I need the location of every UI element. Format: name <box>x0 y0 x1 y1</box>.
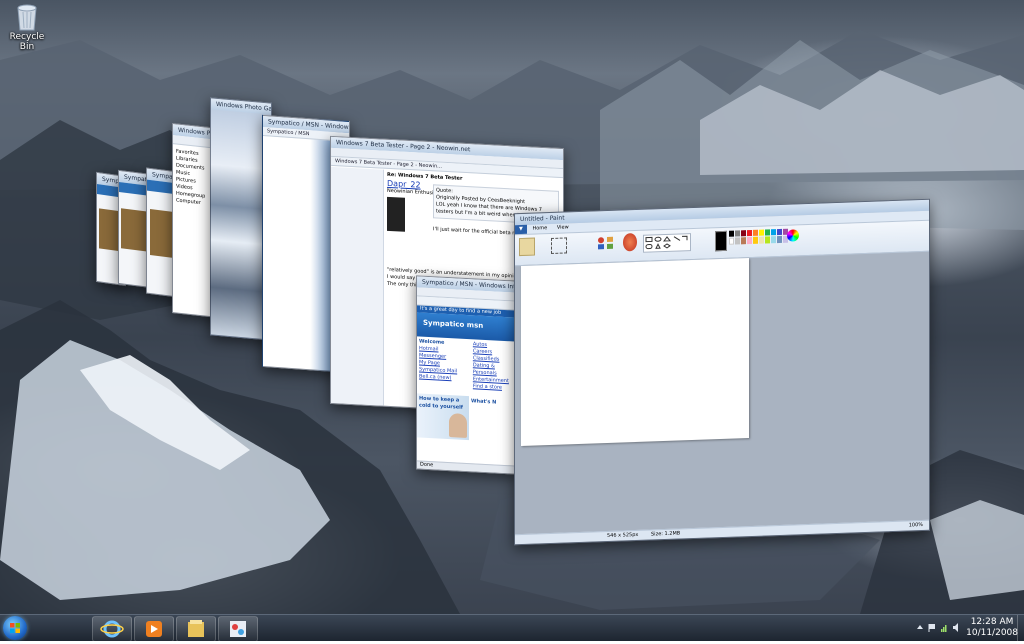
taskbar-paint[interactable] <box>218 616 258 642</box>
flip3d-window-paint[interactable]: Untitled - Paint ▼ Home View 546 x 525px… <box>514 198 930 546</box>
palette-swatch[interactable] <box>759 236 764 244</box>
palette-swatch[interactable] <box>777 235 782 244</box>
brand-logo: Sympatico msn <box>423 318 484 330</box>
tab-label[interactable]: Sympatico / MSN <box>267 128 310 137</box>
palette-swatch[interactable] <box>747 229 752 236</box>
volume-icon[interactable] <box>952 623 960 632</box>
palette-swatch[interactable] <box>753 236 758 244</box>
zoom-label: 100% <box>908 521 923 529</box>
palette-swatch[interactable] <box>741 236 746 245</box>
media-player-icon <box>146 621 162 637</box>
clock-time: 12:28 AM <box>970 617 1014 627</box>
msn-right-column: Autos Careers Classifieds Dating & Perso… <box>471 339 517 394</box>
color-1-swatch[interactable] <box>715 230 727 252</box>
tray-arrow-icon[interactable] <box>916 623 924 632</box>
promo-photo <box>449 413 467 438</box>
start-button[interactable] <box>3 616 27 640</box>
show-desktop-button[interactable] <box>1017 615 1024 641</box>
forum-sidebar <box>331 166 384 406</box>
file-size-label: Size: 1.2MB <box>651 530 681 538</box>
palette-swatch[interactable] <box>741 230 746 236</box>
windows-logo-icon <box>10 623 20 633</box>
ribbon-tab-home[interactable]: Home <box>528 225 551 232</box>
palette-swatch[interactable] <box>759 229 764 236</box>
taskbar-internet-explorer[interactable] <box>92 616 132 642</box>
recycle-bin-icon <box>14 2 40 32</box>
clock-date: 10/11/2008 <box>966 628 1018 638</box>
palette-swatch[interactable] <box>771 229 776 235</box>
brushes-icon[interactable] <box>623 232 637 252</box>
color-palette <box>729 228 788 245</box>
palette-swatch[interactable] <box>735 230 740 237</box>
edit-colors-icon[interactable] <box>787 229 799 242</box>
palette-swatch[interactable] <box>777 228 782 235</box>
internet-explorer-icon <box>100 620 124 638</box>
canvas-size-label: 546 x 525px <box>607 531 639 540</box>
taskbar: 12:28 AM 10/11/2008 <box>0 614 1024 642</box>
palette-swatch[interactable] <box>765 229 770 235</box>
taskbar-media-player[interactable] <box>134 616 174 642</box>
shapes-gallery[interactable] <box>643 233 691 253</box>
palette-swatch[interactable] <box>729 237 734 245</box>
palette-swatch[interactable] <box>771 235 776 244</box>
recycle-bin-shortcut[interactable]: Recycle Bin <box>2 2 52 52</box>
palette-swatch[interactable] <box>735 236 740 245</box>
whats-new-heading: What's N <box>471 398 497 406</box>
tray-flag-icon[interactable] <box>928 623 936 632</box>
desktop-wallpaper: Recycle Bin Sympatico / MSN - Windows In… <box>0 0 1024 614</box>
paint-icon <box>230 621 246 637</box>
network-icon[interactable] <box>940 623 948 632</box>
msn-link[interactable]: Bell.ca (new) <box>419 373 469 383</box>
ribbon-tab-view[interactable]: View <box>553 224 573 231</box>
paste-icon[interactable] <box>519 237 535 257</box>
taskbar-explorer[interactable] <box>176 616 216 642</box>
recycle-bin-label: Recycle Bin <box>9 32 45 52</box>
paint-canvas[interactable] <box>521 258 749 447</box>
user-avatar <box>387 196 405 232</box>
palette-swatch[interactable] <box>753 229 758 236</box>
msn-left-column: Welcome Hotmail Messenger My Page Sympat… <box>417 336 471 392</box>
flip3d-window-ie-msn-front[interactable]: Sympatico / MSN - Windows Internet Explo… <box>416 275 518 475</box>
select-icon[interactable] <box>551 237 567 254</box>
system-clock[interactable]: 12:28 AM 10/11/2008 <box>966 617 1018 639</box>
palette-swatch[interactable] <box>747 236 752 245</box>
palette-swatch[interactable] <box>729 230 734 237</box>
folder-icon <box>188 620 204 637</box>
palette-swatch[interactable] <box>765 235 770 244</box>
tools-group <box>597 236 619 251</box>
promo-box[interactable]: How to keep a cold to yourself <box>417 393 469 441</box>
promo-text: How to keep a cold to yourself <box>419 395 463 411</box>
ad-image <box>121 208 149 252</box>
